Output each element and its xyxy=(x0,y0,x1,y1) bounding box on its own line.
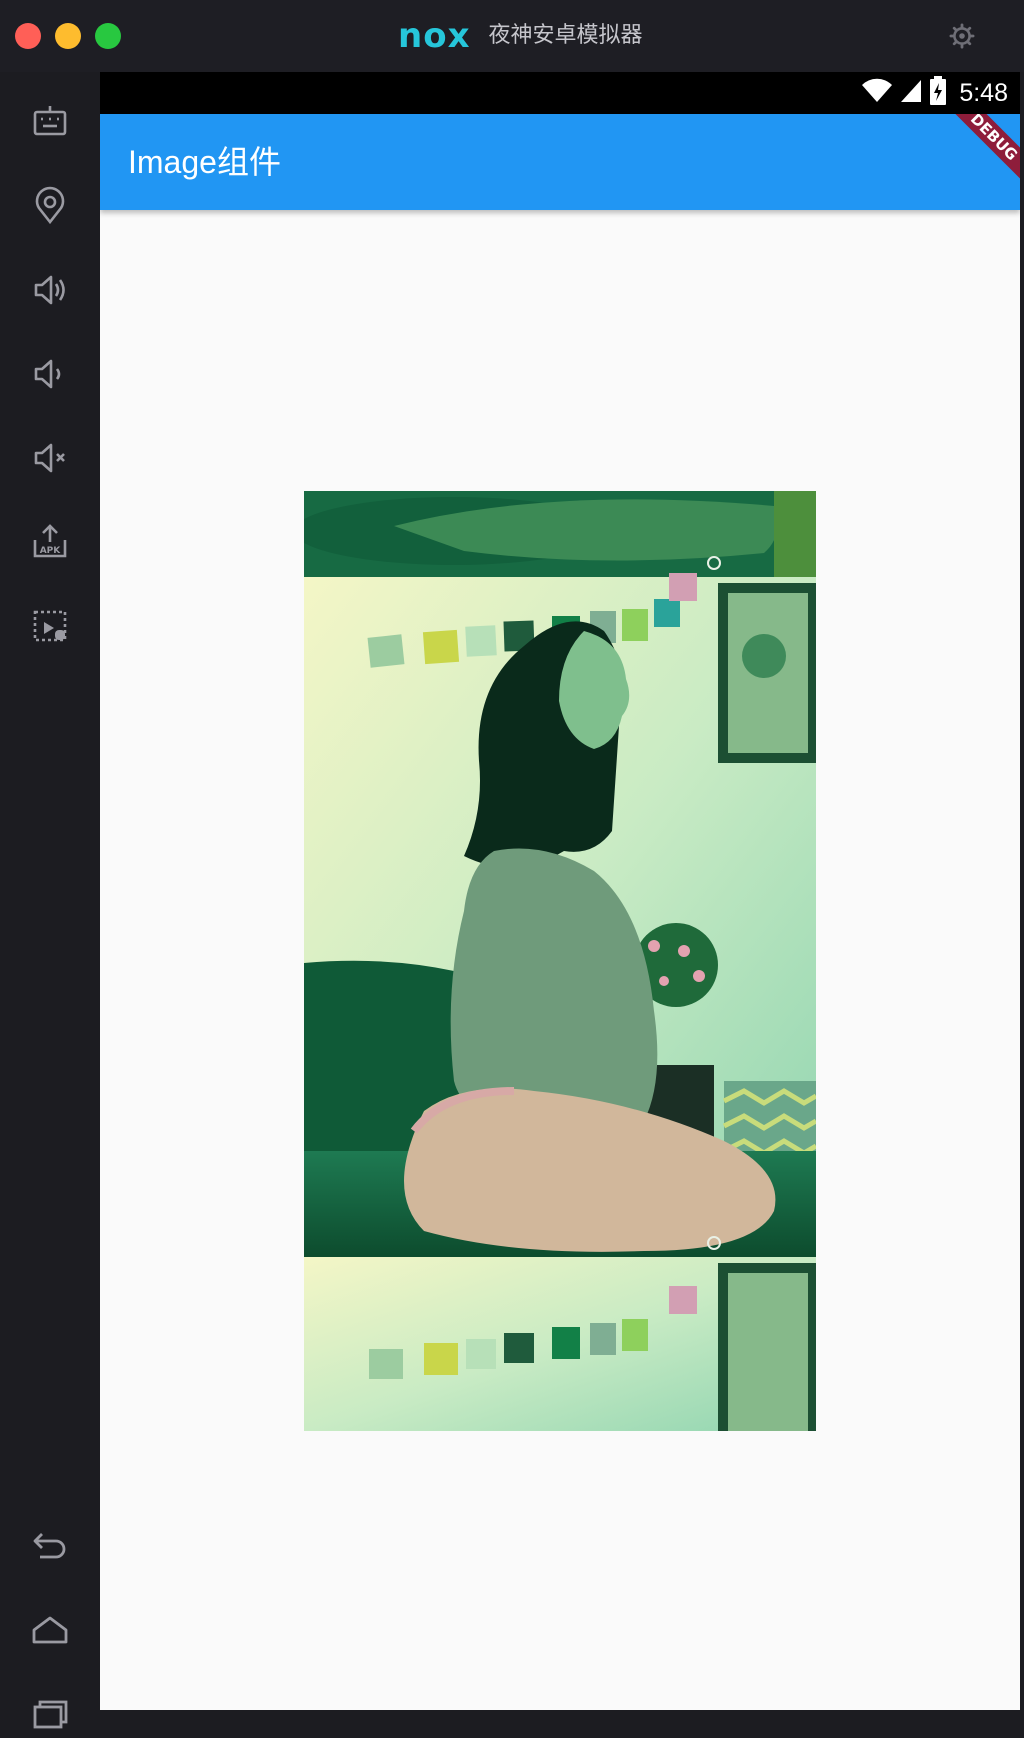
status-bar: 5:48 xyxy=(100,72,1020,114)
recents-icon[interactable] xyxy=(26,1690,74,1738)
maximize-window-button[interactable] xyxy=(95,23,121,49)
photo-image xyxy=(304,491,816,1431)
emulator-sidebar: APK xyxy=(0,72,100,1729)
nox-logo: nox xyxy=(398,16,471,56)
svg-text:APK: APK xyxy=(40,546,62,556)
debug-banner: DEBUG xyxy=(943,114,1020,188)
home-icon[interactable] xyxy=(26,1606,74,1654)
app-bar-title: Image组件 xyxy=(128,144,281,180)
status-time: 5:48 xyxy=(959,78,1008,107)
window-title: 夜神安卓模拟器 xyxy=(488,23,643,48)
screen-record-icon[interactable] xyxy=(26,602,74,650)
app-bar: Image组件 DEBUG xyxy=(100,114,1020,210)
gear-icon[interactable] xyxy=(948,22,976,50)
battery-icon xyxy=(929,76,947,110)
keyboard-icon[interactable] xyxy=(26,98,74,146)
volume-down-icon[interactable] xyxy=(26,350,74,398)
emulator-titlebar: nox 夜神安卓模拟器 xyxy=(0,0,1024,72)
status-indicators: 5:48 xyxy=(861,72,1008,114)
back-icon[interactable] xyxy=(26,1522,74,1570)
cell-signal-icon xyxy=(899,78,923,108)
emulator-brand: nox 夜神安卓模拟器 xyxy=(398,18,643,54)
location-icon[interactable] xyxy=(26,182,74,230)
android-screen: 5:48 Image组件 DEBUG xyxy=(100,72,1020,1710)
volume-up-icon[interactable] xyxy=(26,266,74,314)
minimize-window-button[interactable] xyxy=(55,23,81,49)
close-window-button[interactable] xyxy=(15,23,41,49)
volume-mute-icon[interactable] xyxy=(26,434,74,482)
apk-install-icon[interactable]: APK xyxy=(26,518,74,566)
wifi-icon xyxy=(861,78,893,108)
